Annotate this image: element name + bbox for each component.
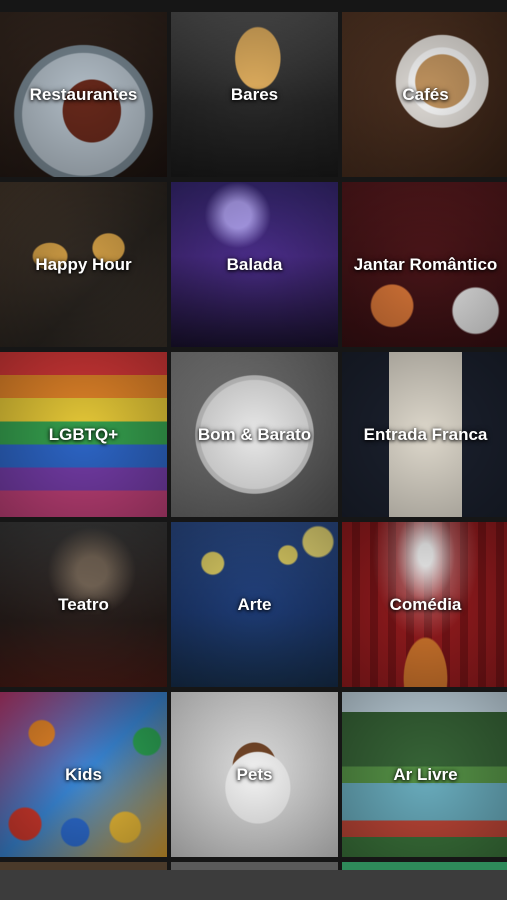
- category-grid: Restaurantes Bares Cafés Happy Hour Bala…: [0, 12, 507, 857]
- category-label: Happy Hour: [35, 254, 132, 274]
- category-label: Teatro: [58, 594, 109, 614]
- category-tile-peek[interactable]: [171, 862, 338, 870]
- category-tile-pets[interactable]: Pets: [171, 692, 338, 857]
- next-row-peek: [0, 862, 507, 870]
- category-tile-restaurantes[interactable]: Restaurantes: [0, 12, 167, 177]
- category-tile-jantar-romantico[interactable]: Jantar Romântico: [342, 182, 507, 347]
- category-label: LGBTQ+: [48, 424, 119, 444]
- category-tile-ar-livre[interactable]: Ar Livre: [342, 692, 507, 857]
- category-label: Bares: [230, 84, 279, 104]
- category-tile-lgbtq[interactable]: LGBTQ+: [0, 352, 167, 517]
- category-label: Restaurantes: [29, 84, 138, 104]
- category-tile-peek[interactable]: [0, 862, 167, 870]
- category-tile-arte[interactable]: Arte: [171, 522, 338, 687]
- category-tile-kids[interactable]: Kids: [0, 692, 167, 857]
- category-tile-cafes[interactable]: Cafés: [342, 12, 507, 177]
- category-label: Bom & Barato: [197, 424, 312, 444]
- category-label: Entrada Franca: [363, 424, 488, 444]
- category-tile-entrada-franca[interactable]: Entrada Franca: [342, 352, 507, 517]
- category-label: Jantar Romântico: [353, 254, 498, 274]
- category-label: Balada: [226, 254, 283, 274]
- category-tile-teatro[interactable]: Teatro: [0, 522, 167, 687]
- category-tile-comedia[interactable]: Comédia: [342, 522, 507, 687]
- category-tile-balada[interactable]: Balada: [171, 182, 338, 347]
- category-label: Comédia: [389, 594, 462, 614]
- category-label: Ar Livre: [393, 764, 458, 784]
- category-label: Cafés: [402, 84, 449, 104]
- category-label: Arte: [237, 594, 272, 614]
- category-tile-bom-barato[interactable]: Bom & Barato: [171, 352, 338, 517]
- category-label: Kids: [65, 764, 102, 784]
- category-tile-peek[interactable]: [342, 862, 507, 870]
- bottom-panel[interactable]: [0, 870, 507, 900]
- category-tile-happy-hour[interactable]: Happy Hour: [0, 182, 167, 347]
- category-label: Pets: [236, 764, 273, 784]
- category-tile-bares[interactable]: Bares: [171, 12, 338, 177]
